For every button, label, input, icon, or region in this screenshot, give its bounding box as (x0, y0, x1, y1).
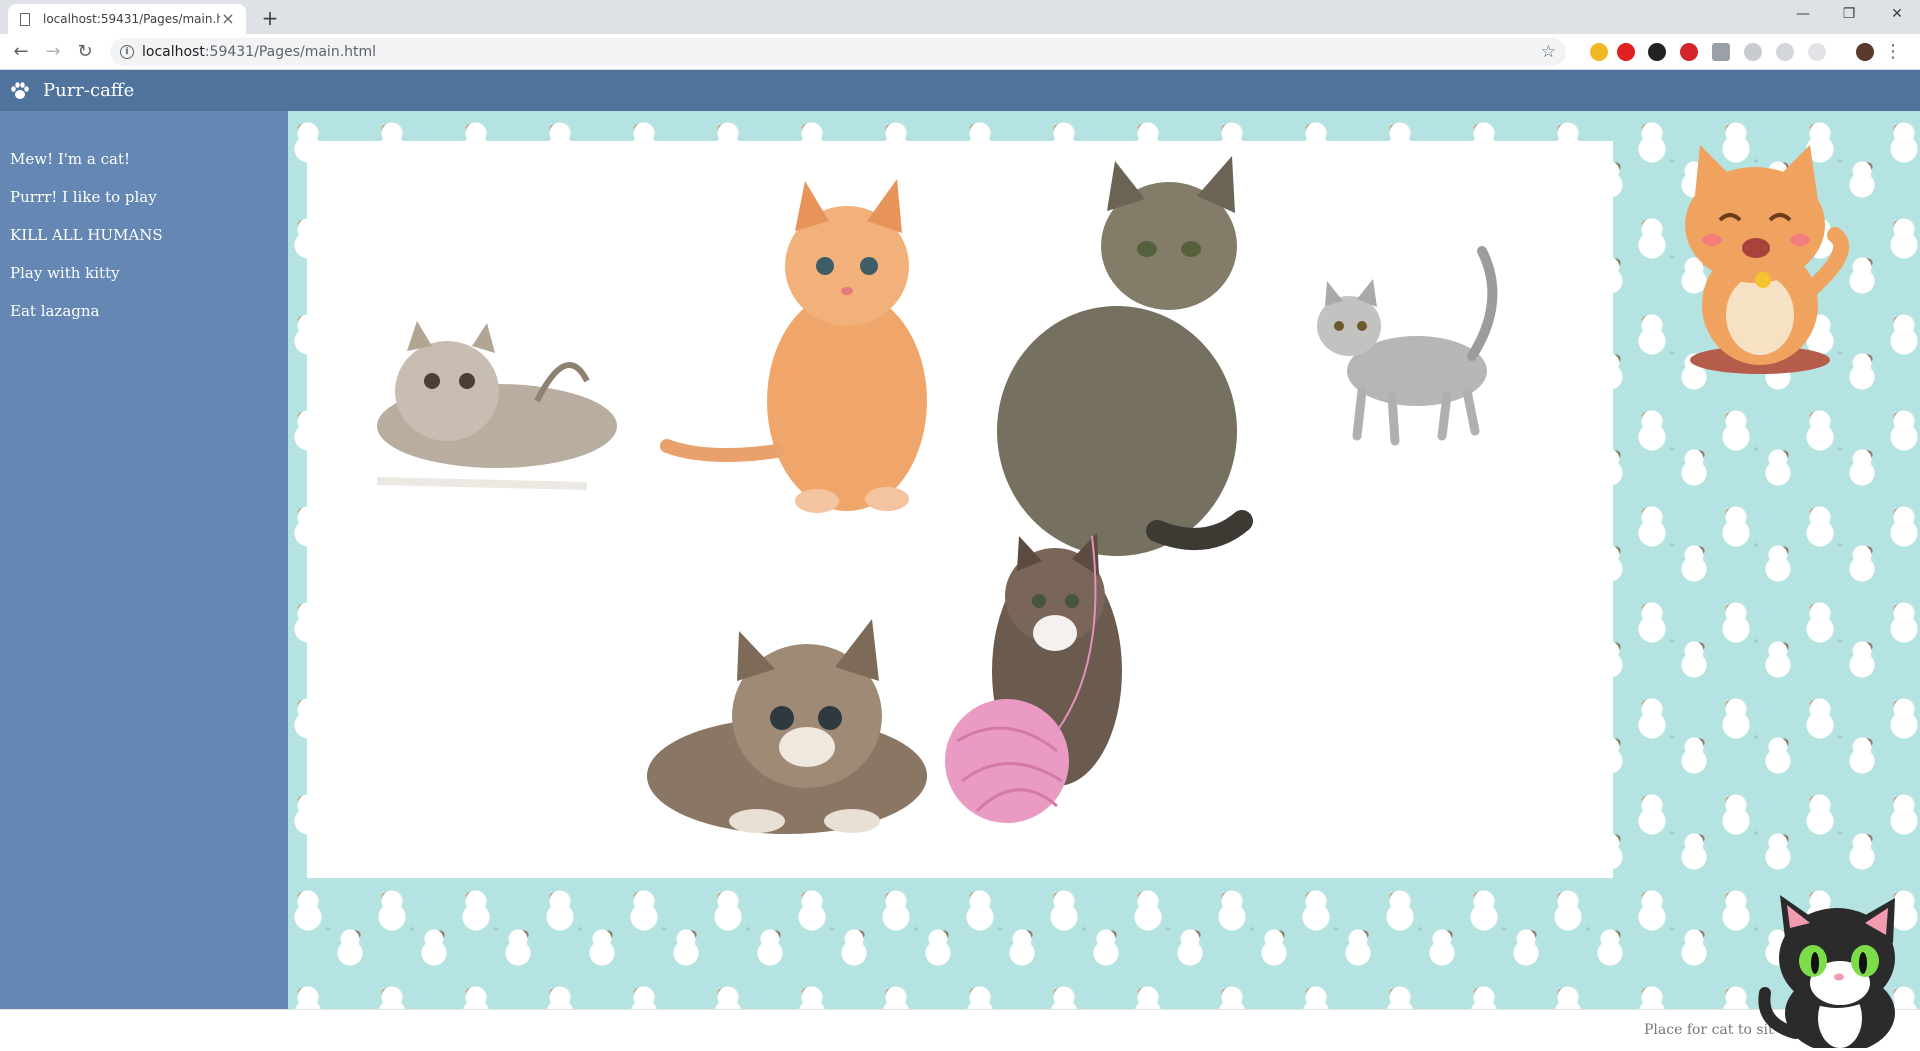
reload-icon[interactable]: ↻ (72, 39, 98, 65)
browser-tab-bar: localhost:59431/Pages/main.html × + — ❐ … (0, 0, 1920, 34)
tab-title: localhost:59431/Pages/main.html (43, 12, 220, 26)
extension-icon[interactable] (1590, 43, 1608, 61)
extension-icon[interactable] (1680, 43, 1698, 61)
footer: Place for cat to sit on (0, 1009, 1920, 1051)
lying-kitten-image (647, 619, 927, 834)
app-header: Purr-caffe (0, 70, 1920, 111)
brand-title[interactable]: Purr-caffe (43, 70, 134, 111)
browser-tab[interactable]: localhost:59431/Pages/main.html × (8, 4, 246, 34)
extension-icon[interactable] (1744, 43, 1762, 61)
orange-kitten-image (660, 179, 927, 513)
forward-arrow-icon[interactable]: → (40, 39, 66, 65)
kittens-gallery (307, 141, 1613, 878)
info-icon[interactable]: i (120, 45, 134, 59)
sidebar-item-purrr[interactable]: Purrr! I like to play (10, 188, 157, 206)
url-path: :59431/Pages/main.html (204, 44, 377, 60)
window-close-icon[interactable]: ✕ (1874, 0, 1920, 30)
cloud-icon[interactable] (1808, 43, 1826, 61)
browser-toolbar: ← → ↻ i localhost:59431/Pages/main.html … (0, 34, 1920, 70)
extension-icon[interactable] (1776, 43, 1794, 61)
sidebar-item-kill-all-humans[interactable]: KILL ALL HUMANS (10, 226, 163, 244)
extension-icon[interactable] (1648, 43, 1666, 61)
page-icon (20, 12, 30, 26)
tabby-kitten-image (376, 321, 617, 490)
url-host: localhost (142, 44, 205, 60)
avatar[interactable] (1856, 43, 1874, 61)
plus-icon[interactable]: + (258, 6, 282, 30)
sidebar-item-mew[interactable]: Mew! I'm a cat! (10, 150, 130, 168)
minimize-icon[interactable]: — (1780, 0, 1826, 30)
restore-icon[interactable]: ❐ (1826, 0, 1872, 30)
sitting-black-cat-image (1758, 895, 1895, 1048)
address-bar[interactable]: i localhost:59431/Pages/main.html ☆ (110, 38, 1566, 66)
kittens-image (376, 156, 1498, 834)
grey-cat-image (997, 156, 1253, 556)
paw-icon (11, 82, 29, 99)
menu-dots-icon[interactable]: ⋮ (1884, 40, 1902, 64)
waving-cat-sticker (1685, 145, 1850, 374)
yarn-kitten-image (945, 533, 1122, 823)
back-arrow-icon[interactable]: ← (8, 39, 34, 65)
star-icon[interactable]: ☆ (1541, 38, 1556, 66)
url-text[interactable]: localhost:59431/Pages/main.html (142, 38, 376, 66)
close-icon[interactable]: × (220, 11, 236, 27)
sidebar-item-eat-lazagna[interactable]: Eat lazagna (10, 302, 99, 320)
sidebar-item-play-with-kitty[interactable]: Play with kitty (10, 264, 120, 282)
sidebar: Mew! I'm a cat! Purrr! I like to play KI… (0, 111, 288, 1009)
extension-icon[interactable] (1617, 43, 1635, 61)
cast-icon[interactable] (1712, 43, 1730, 61)
silver-kitten-image (1317, 246, 1498, 446)
